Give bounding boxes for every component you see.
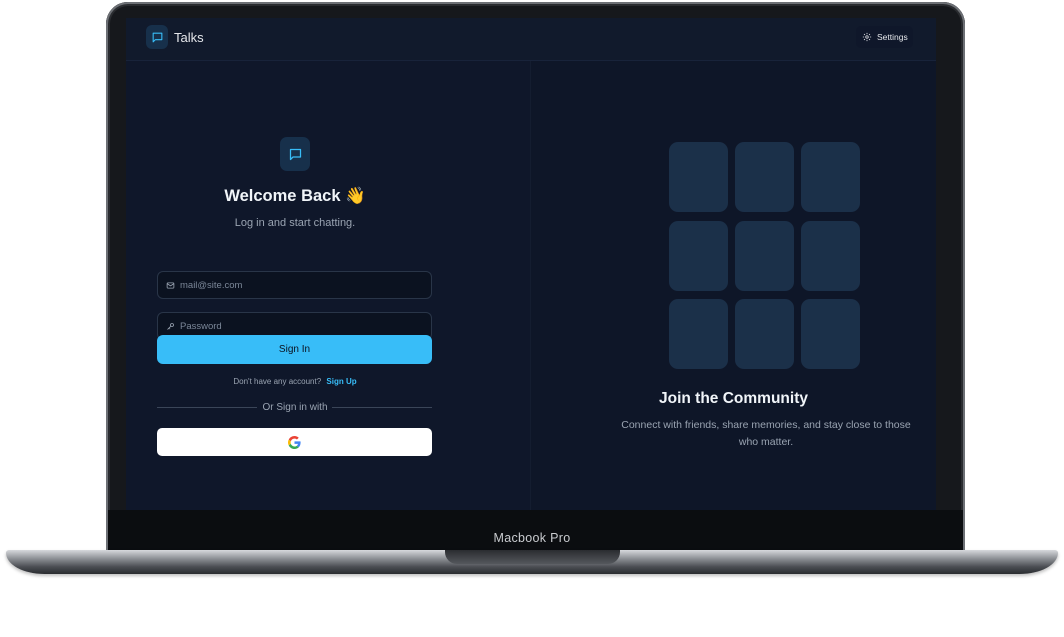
google-icon [288, 435, 301, 449]
pattern-tile [735, 142, 794, 212]
login-title: Welcome Back 👋 [224, 187, 366, 205]
app-header: Talks Settings [126, 18, 936, 61]
pattern-tile [669, 221, 728, 291]
laptop-notch [445, 550, 620, 564]
google-sign-in-button[interactable] [157, 428, 432, 456]
pattern-tile [801, 142, 860, 212]
email-input[interactable] [180, 279, 420, 291]
gear-icon [862, 32, 872, 42]
pattern-tile [801, 299, 860, 369]
pattern-tile [669, 142, 728, 212]
login-subtitle: Log in and start chatting. [234, 217, 356, 229]
pattern-tile [735, 221, 794, 291]
community-panel: Join the Community Connect with friends,… [531, 61, 936, 510]
pattern-tile [801, 221, 860, 291]
app-title[interactable]: Talks [174, 30, 204, 45]
password-input[interactable] [180, 320, 420, 332]
community-title: Join the Community [659, 390, 808, 407]
signup-row: Don't have any account? Sign Up [126, 377, 464, 386]
screen: Talks Settings Welcome Back 👋 Log in and… [126, 18, 936, 510]
pattern-tile [669, 299, 728, 369]
message-square-icon[interactable] [146, 25, 168, 49]
device-label: Macbook Pro [493, 531, 571, 545]
email-field[interactable] [157, 271, 432, 299]
sign-up-link[interactable]: Sign Up [326, 377, 356, 386]
settings-button[interactable]: Settings [856, 26, 913, 48]
community-description: Connect with friends, share memories, an… [621, 419, 911, 448]
no-account-text: Don't have any account? [233, 377, 322, 386]
key-icon [166, 322, 175, 331]
mail-icon [166, 281, 175, 290]
sign-in-button[interactable]: Sign In [157, 335, 432, 364]
settings-label: Settings [877, 32, 908, 42]
login-panel: Welcome Back 👋 Log in and start chatting… [126, 61, 531, 510]
pattern-tile [735, 299, 794, 369]
divider-right [332, 407, 432, 408]
message-square-icon [280, 137, 310, 171]
